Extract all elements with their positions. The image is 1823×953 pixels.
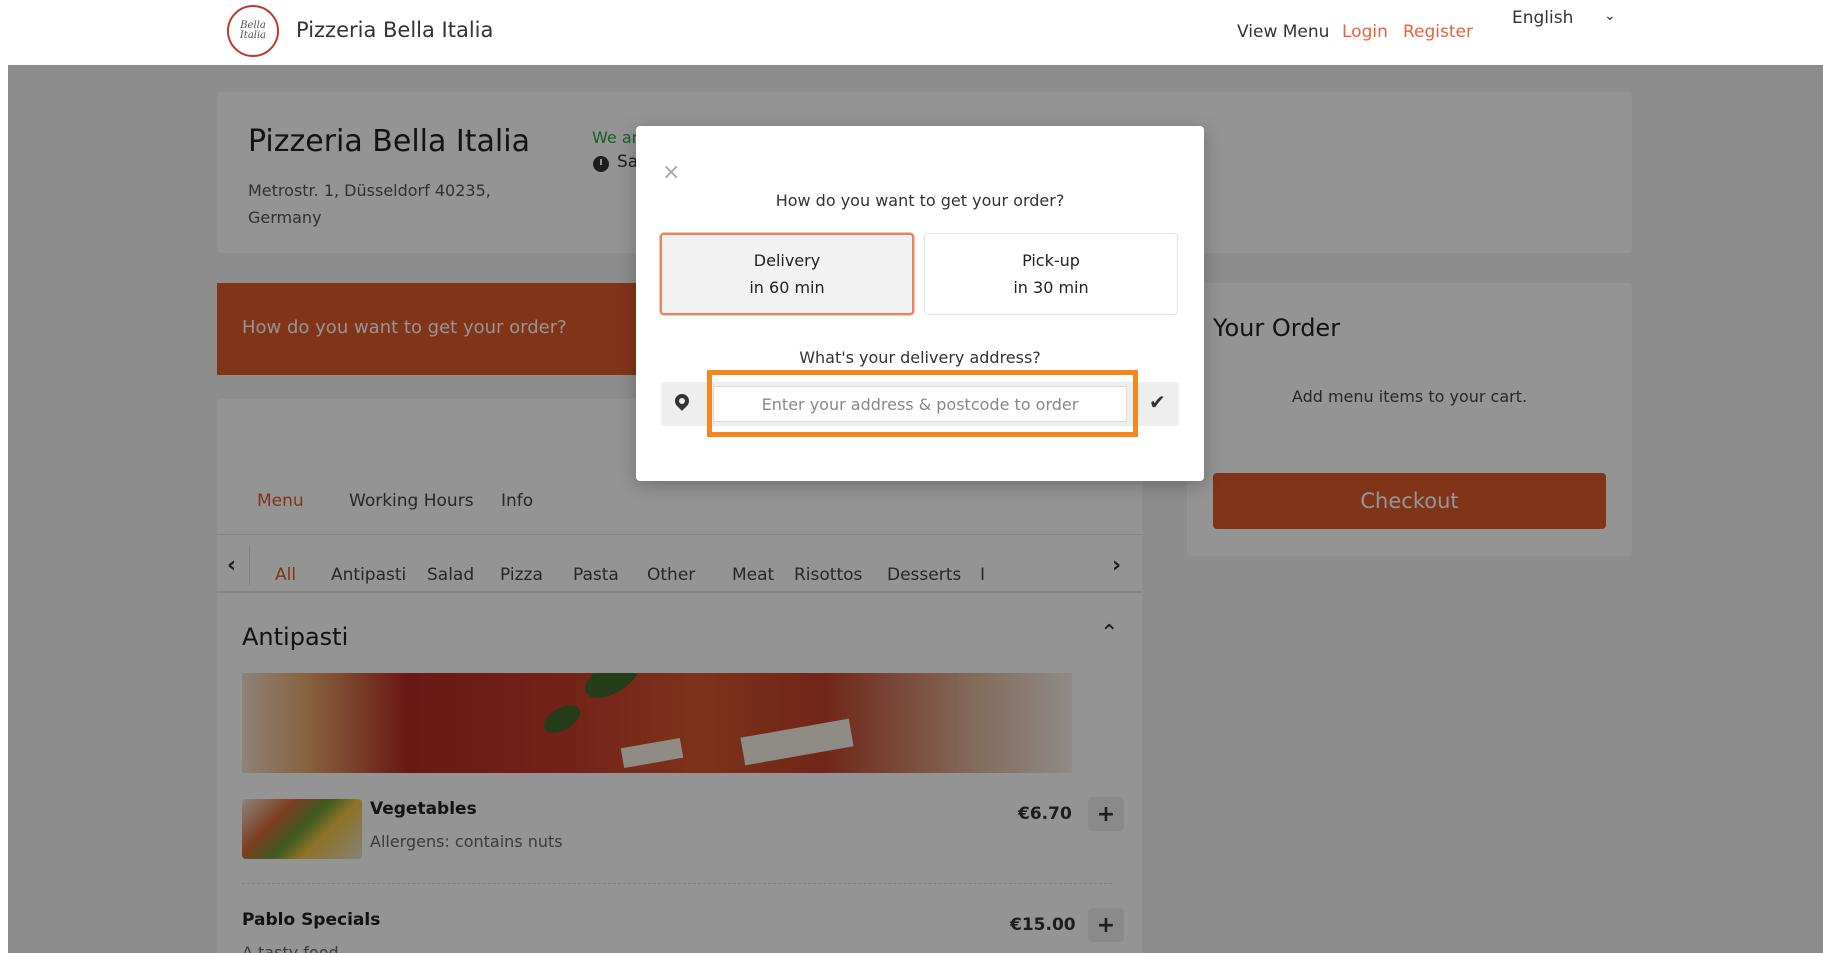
register-link[interactable]: Register (1403, 22, 1473, 42)
pickup-label: Pick-up (1022, 251, 1080, 270)
restaurant-logo[interactable]: Bella Italia (227, 5, 279, 57)
address-row: ✔ (661, 382, 1179, 426)
close-icon[interactable]: × (662, 160, 680, 185)
delivery-label: Delivery (753, 251, 821, 270)
login-link[interactable]: Login (1342, 22, 1388, 42)
brand-name[interactable]: Pizzeria Bella Italia (296, 18, 493, 42)
map-pin-icon (672, 391, 692, 411)
modal-question: How do you want to get your order? (775, 191, 1065, 210)
address-input[interactable] (713, 386, 1127, 422)
view-menu-link[interactable]: View Menu (1237, 22, 1329, 42)
language-select[interactable]: English (1512, 8, 1573, 28)
delivery-option-button[interactable]: Delivery in 60 min (660, 233, 914, 315)
pickup-option-button[interactable]: Pick-up in 30 min (924, 233, 1178, 315)
check-icon[interactable]: ✔ (1149, 390, 1166, 414)
top-navbar: Bella Italia Pizzeria Bella Italia View … (0, 0, 1823, 65)
delivery-time: in 60 min (749, 278, 825, 297)
pickup-time: in 30 min (1013, 278, 1089, 297)
chevron-down-icon[interactable]: ⌄ (1604, 8, 1616, 24)
address-question: What's your delivery address? (799, 348, 1041, 367)
order-type-modal: × How do you want to get your order? Del… (636, 126, 1204, 481)
